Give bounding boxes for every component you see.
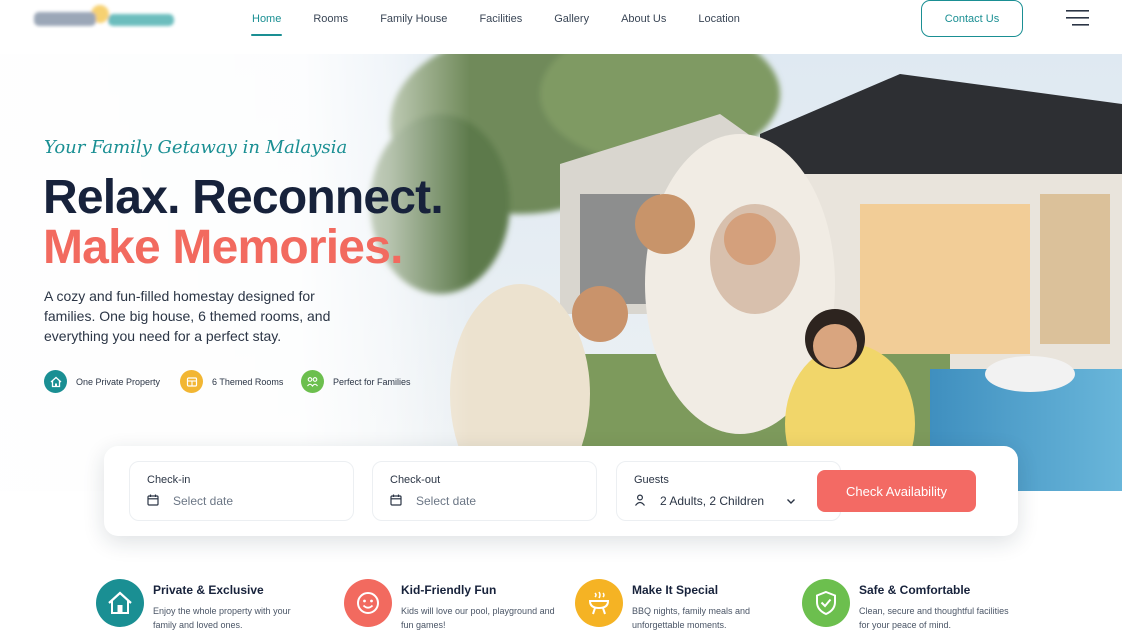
chip-perfect-families: Perfect for Families: [301, 370, 411, 393]
nav-rooms[interactable]: Rooms: [297, 0, 364, 36]
guests-value: 2 Adults, 2 Children: [660, 494, 765, 508]
checkin-value: Select date: [173, 494, 234, 508]
person-icon: [635, 494, 645, 506]
nav-location[interactable]: Location: [682, 0, 756, 36]
booking-bar: Check-in Select date Check-out Select da…: [104, 446, 1018, 536]
nav-home[interactable]: Home: [236, 0, 297, 36]
shield-icon: [802, 579, 850, 627]
chevron-down-icon[interactable]: [785, 495, 797, 507]
feature-text: BBQ nights, family meals and unforgettab…: [632, 606, 751, 630]
feature-title: Kid-Friendly Fun: [401, 583, 497, 597]
feature-text: Clean, secure and thoughtful facilities …: [859, 606, 1009, 630]
nav-facilities[interactable]: Facilities: [463, 0, 538, 36]
rooms-icon: [180, 370, 203, 393]
chip-label: 6 Themed Rooms: [212, 376, 284, 387]
nav-gallery[interactable]: Gallery: [538, 0, 605, 36]
feature-title: Private & Exclusive: [153, 583, 264, 597]
checkin-label: Check-in: [147, 474, 191, 486]
feature-title: Safe & Comfortable: [859, 583, 971, 597]
hamburger-menu-icon[interactable]: [1066, 9, 1089, 27]
hero-headline-line2: Make Memories.: [43, 221, 403, 274]
hero-headline-line1: Relax. Reconnect.: [43, 171, 444, 224]
feature-text: Kids will love our pool, playground and …: [401, 606, 555, 630]
calendar-icon: [390, 494, 402, 506]
guests-select[interactable]: Guests 2 Adults, 2 Children: [616, 461, 841, 521]
bbq-icon: [575, 579, 623, 627]
feature-title: Make It Special: [632, 583, 719, 597]
checkin-field[interactable]: Check-in Select date: [129, 461, 354, 521]
feature-text: Enjoy the whole property with your famil…: [153, 606, 291, 630]
nav-about-us[interactable]: About Us: [605, 0, 682, 36]
house-icon: [96, 579, 144, 627]
checkout-value: Select date: [416, 494, 477, 508]
guests-label: Guests: [634, 474, 669, 486]
chip-label: Perfect for Families: [333, 376, 411, 387]
home-icon: [44, 370, 67, 393]
checkout-field[interactable]: Check-out Select date: [372, 461, 597, 521]
logo[interactable]: [30, 2, 180, 36]
check-availability-button[interactable]: Check Availability: [817, 470, 976, 512]
checkout-label: Check-out: [390, 474, 441, 486]
nav-family-house[interactable]: Family House: [364, 0, 463, 36]
site-header: Home Rooms Family House Facilities Galle…: [0, 0, 1122, 54]
family-icon: [301, 370, 324, 393]
smiley-icon: [344, 579, 392, 627]
chip-private-property: One Private Property: [44, 370, 160, 393]
main-nav: Home Rooms Family House Facilities Galle…: [236, 0, 756, 54]
hero-description: A cozy and fun-filled homestay designed …: [44, 288, 331, 344]
chip-label: One Private Property: [76, 376, 161, 387]
contact-us-button[interactable]: Contact Us: [921, 0, 1023, 37]
calendar-icon: [147, 494, 159, 506]
hero-tagline: Your Family Getaway in Malaysia: [44, 137, 348, 158]
chip-themed-rooms: 6 Themed Rooms: [180, 370, 283, 393]
